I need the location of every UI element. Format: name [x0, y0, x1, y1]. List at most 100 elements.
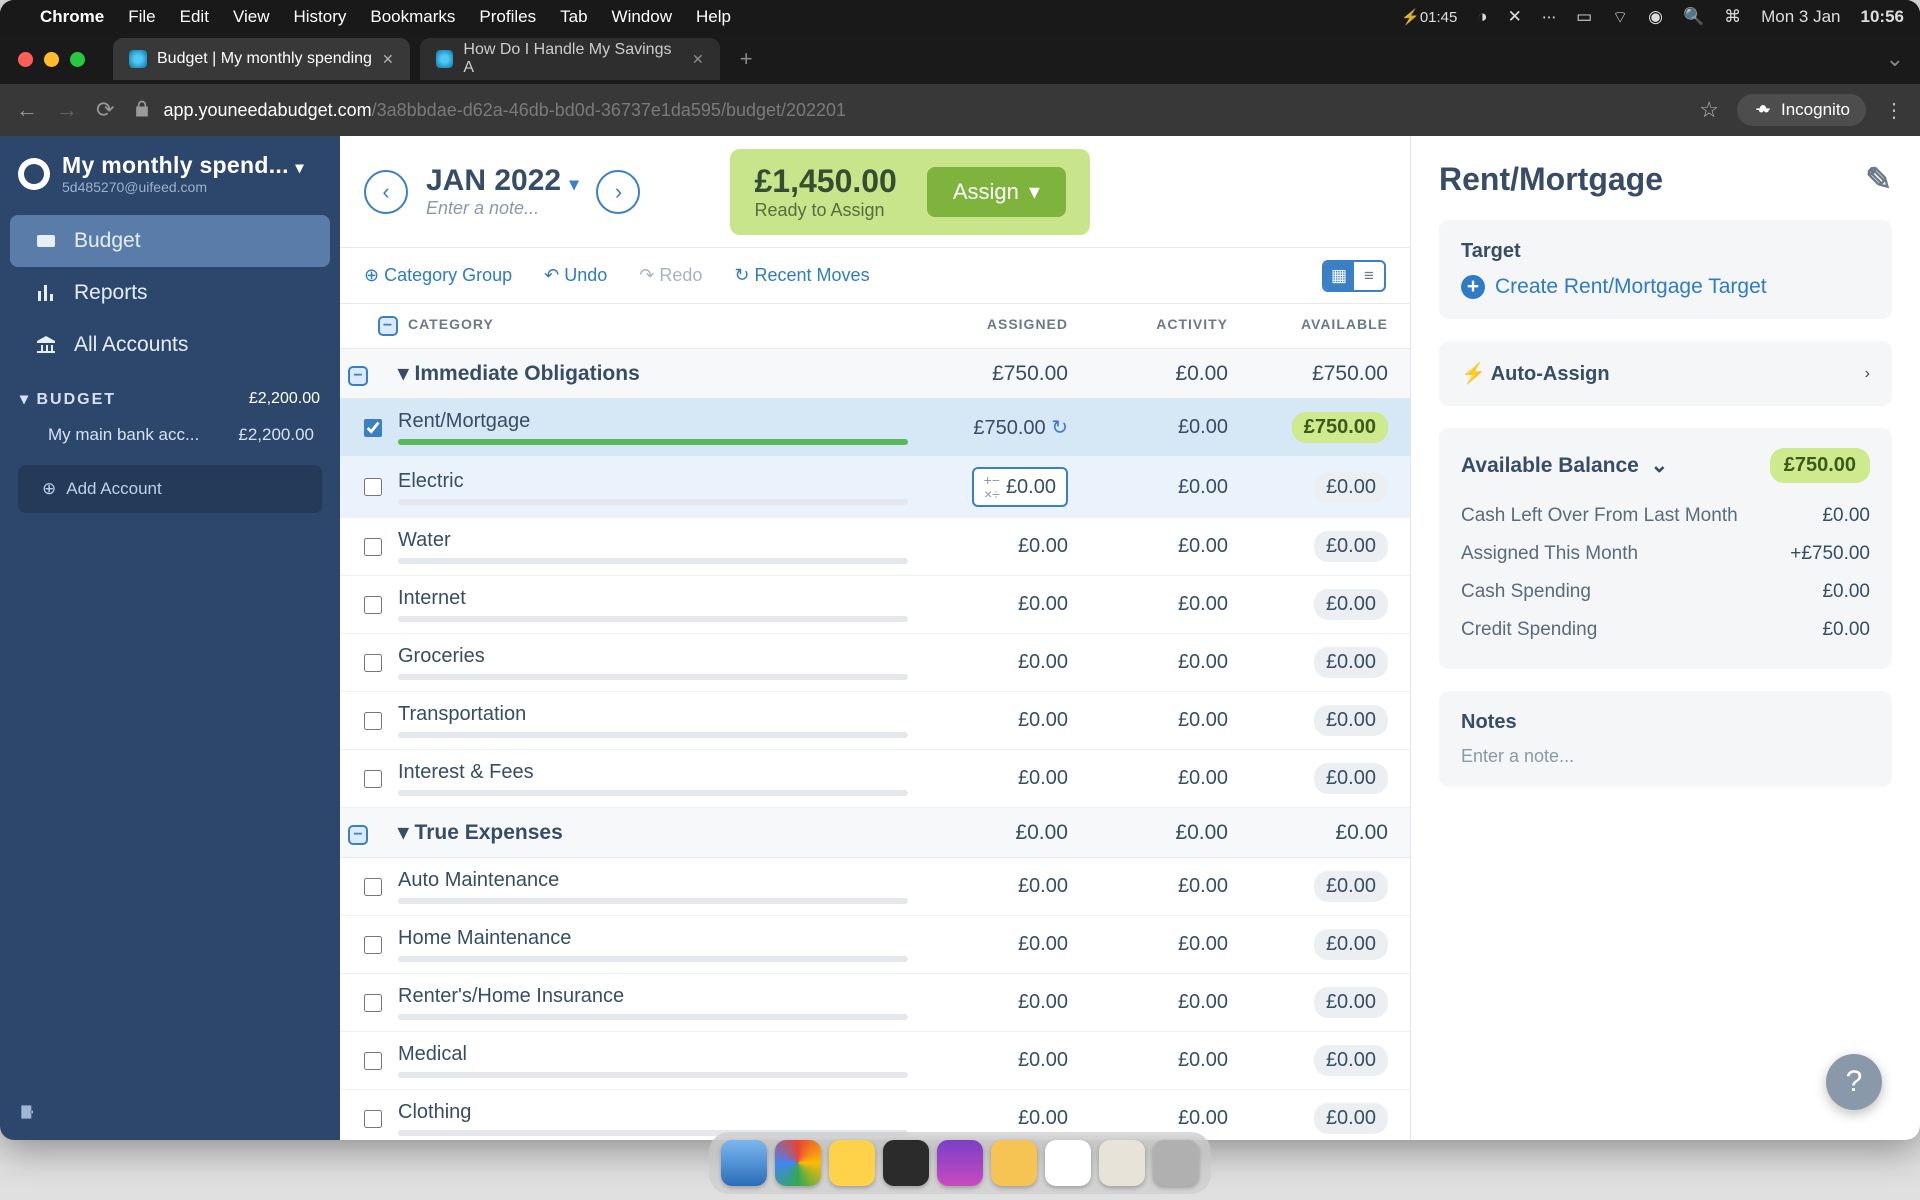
category-group-row[interactable]: − ▾True Expenses £0.00£0.00£0.00	[340, 808, 1410, 858]
available-cell[interactable]: £0.00	[1228, 589, 1388, 620]
available-cell[interactable]: £0.00	[1228, 1045, 1388, 1076]
menu-help[interactable]: Help	[696, 7, 731, 27]
menu-tab[interactable]: Tab	[560, 7, 587, 27]
category-group-row[interactable]: − ▾Immediate Obligations £750.00£0.00£75…	[340, 349, 1410, 399]
next-month-button[interactable]: ›	[596, 170, 640, 214]
status-icon-2[interactable]: ✕	[1508, 7, 1522, 27]
row-checkbox[interactable]	[364, 596, 382, 614]
sidebar-item-budget[interactable]: Budget	[10, 215, 330, 267]
calculator-icon[interactable]: +−×÷	[984, 473, 1000, 501]
back-button[interactable]: ←	[16, 97, 38, 123]
clock-time[interactable]: 10:56	[1861, 7, 1904, 27]
menu-file[interactable]: File	[128, 7, 155, 27]
incognito-badge[interactable]: Incognito	[1737, 94, 1866, 126]
available-cell[interactable]: £0.00	[1228, 472, 1388, 503]
help-button[interactable]: ?	[1826, 1054, 1882, 1110]
app-name-menu[interactable]: Chrome	[40, 7, 104, 27]
category-row[interactable]: Home Maintenance £0.00 £0.00 £0.00	[340, 916, 1410, 974]
dock-app[interactable]	[1045, 1140, 1091, 1186]
control-center-icon[interactable]: ◉	[1648, 7, 1663, 27]
row-checkbox[interactable]	[364, 712, 382, 730]
budget-name[interactable]: My monthly spend... ▾	[62, 152, 304, 179]
siri-icon[interactable]: ⌘	[1724, 7, 1741, 27]
row-checkbox[interactable]	[364, 878, 382, 896]
assigned-input[interactable]: +−×÷£0.00	[972, 467, 1068, 507]
status-icon-3[interactable]: ∙∙∙	[1542, 7, 1556, 27]
add-account-button[interactable]: ⊕ Add Account	[18, 465, 322, 513]
dock-app[interactable]	[1099, 1140, 1145, 1186]
dock-app[interactable]	[775, 1140, 821, 1186]
status-icon-1[interactable]: ◑	[1477, 7, 1487, 27]
category-row[interactable]: Transportation £0.00 £0.00 £0.00	[340, 692, 1410, 750]
wifi-icon[interactable]: ⌔	[1612, 7, 1628, 28]
available-balance-toggle[interactable]: Available Balance ⌄	[1461, 453, 1668, 478]
notes-input[interactable]: Enter a note...	[1461, 746, 1870, 767]
prev-month-button[interactable]: ‹	[364, 170, 408, 214]
new-tab-button[interactable]: +	[730, 46, 763, 72]
category-row[interactable]: Medical £0.00 £0.00 £0.00	[340, 1032, 1410, 1090]
dock-app[interactable]	[1153, 1140, 1199, 1186]
assigned-cell[interactable]: +−×÷£0.00	[908, 467, 1068, 507]
category-row[interactable]: Rent/Mortgage £750.00 ↻ £0.00 £750.00	[340, 399, 1410, 457]
assigned-cell[interactable]: £0.00	[908, 535, 1068, 558]
row-checkbox[interactable]	[364, 1052, 382, 1070]
sidebar-section-budget[interactable]: ▾ BUDGET £2,200.00	[0, 371, 340, 415]
menu-bookmarks[interactable]: Bookmarks	[370, 7, 455, 27]
add-category-group-button[interactable]: ⊕ Category Group	[364, 265, 512, 286]
assigned-cell[interactable]: £0.00	[908, 991, 1068, 1014]
assigned-cell[interactable]: £0.00	[908, 709, 1068, 732]
assign-button[interactable]: Assign ▾	[927, 167, 1066, 217]
window-close[interactable]	[18, 52, 33, 67]
assigned-cell[interactable]: £0.00	[908, 1049, 1068, 1072]
edit-icon[interactable]: ✎	[1865, 160, 1892, 198]
category-row[interactable]: Internet £0.00 £0.00 £0.00	[340, 576, 1410, 634]
spotlight-icon[interactable]: 🔍	[1683, 7, 1704, 27]
window-maximize[interactable]	[70, 52, 85, 67]
redo-button[interactable]: ↷ Redo	[639, 265, 702, 286]
row-checkbox[interactable]	[364, 478, 382, 496]
address-bar[interactable]: app.youneedabudget.com/3a8bbdae-d62a-46d…	[132, 99, 1681, 121]
row-checkbox[interactable]	[364, 936, 382, 954]
month-note-input[interactable]: Enter a note...	[426, 198, 578, 219]
menu-window[interactable]: Window	[612, 7, 672, 27]
forward-button[interactable]: →	[56, 97, 78, 123]
dock-app[interactable]	[883, 1140, 929, 1186]
tab-close-icon[interactable]: ✕	[382, 51, 394, 68]
available-cell[interactable]: £0.00	[1228, 705, 1388, 736]
row-checkbox[interactable]	[364, 770, 382, 788]
tab-close-icon[interactable]: ✕	[692, 51, 704, 68]
sidebar-item-accounts[interactable]: All Accounts	[10, 319, 330, 371]
available-cell[interactable]: £750.00	[1228, 412, 1388, 443]
category-row[interactable]: Electric +−×÷£0.00 £0.00 £0.00	[340, 457, 1410, 518]
available-cell[interactable]: £0.00	[1228, 871, 1388, 902]
select-all-checkbox[interactable]: −	[378, 316, 398, 336]
reload-button[interactable]: ⟳	[96, 97, 114, 123]
sidebar-account-row[interactable]: My main bank acc... £2,200.00	[0, 415, 340, 455]
clock-date[interactable]: Mon 3 Jan	[1761, 7, 1840, 27]
row-checkbox[interactable]	[364, 994, 382, 1012]
menu-history[interactable]: History	[293, 7, 346, 27]
row-checkbox[interactable]	[364, 1110, 382, 1128]
window-minimize[interactable]	[44, 52, 59, 67]
row-checkbox[interactable]	[364, 538, 382, 556]
dock-app[interactable]	[991, 1140, 1037, 1186]
create-target-button[interactable]: + Create Rent/Mortgage Target	[1461, 275, 1870, 299]
sidebar-item-reports[interactable]: Reports	[10, 267, 330, 319]
dock-app[interactable]	[937, 1140, 983, 1186]
category-row[interactable]: Renter's/Home Insurance £0.00 £0.00 £0.0…	[340, 974, 1410, 1032]
undo-button[interactable]: ↶ Undo	[544, 265, 607, 286]
bookmark-star-icon[interactable]: ☆	[1699, 97, 1719, 123]
view-card-icon[interactable]: ▦	[1324, 262, 1354, 290]
category-row[interactable]: Auto Maintenance £0.00 £0.00 £0.00	[340, 858, 1410, 916]
available-cell[interactable]: £0.00	[1228, 763, 1388, 794]
menu-edit[interactable]: Edit	[180, 7, 209, 27]
assigned-cell[interactable]: £0.00	[908, 875, 1068, 898]
assigned-cell[interactable]: £0.00	[908, 651, 1068, 674]
history-icon[interactable]: ↻	[1051, 417, 1068, 439]
row-checkbox[interactable]	[364, 419, 382, 437]
sidebar-collapse-button[interactable]	[0, 1092, 340, 1140]
battery-icon[interactable]: ▭	[1576, 7, 1592, 27]
assigned-cell[interactable]: £0.00	[908, 1107, 1068, 1130]
row-checkbox[interactable]	[364, 654, 382, 672]
view-list-icon[interactable]: ≡	[1354, 262, 1384, 290]
